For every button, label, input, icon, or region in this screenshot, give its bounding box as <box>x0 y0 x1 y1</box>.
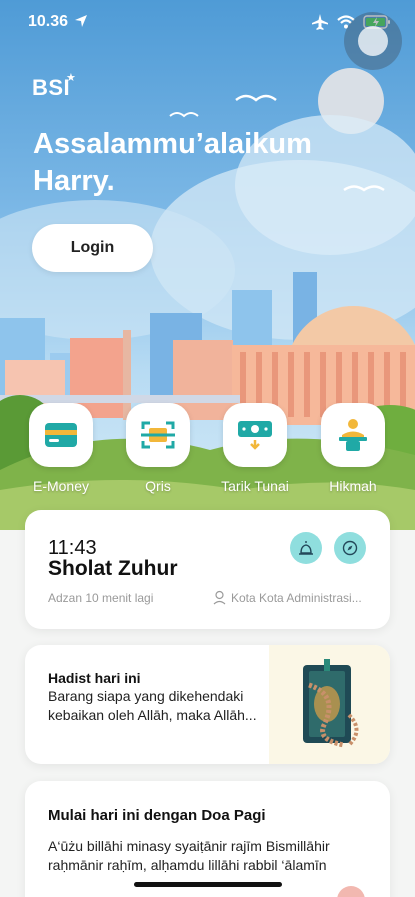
quick-menu-qris[interactable]: Qris <box>113 403 203 494</box>
doa-text: A‘ūżu billāhi minasy syaiṭānir rajīm Bis… <box>48 838 330 873</box>
prayer-time-card[interactable]: 11:43 Sholat Zuhur Adzan 10 menit lagi K… <box>25 510 390 629</box>
quick-menu: E-Money Qris Tarik Tunai Hikmah <box>0 403 415 503</box>
quick-menu-hikmah[interactable]: Hikmah <box>308 403 398 494</box>
login-button[interactable]: Login <box>32 224 153 272</box>
adzan-countdown: Adzan 10 menit lagi <box>48 591 154 605</box>
quick-menu-emoney[interactable]: E-Money <box>16 403 106 494</box>
hadist-card[interactable]: Hadist hari ini Barang siapa yang dikehe… <box>25 645 390 764</box>
cash-withdraw-icon <box>223 403 287 467</box>
hero-banner: 10.36 BSI ★ Assalammu’alaikum Harry. Log… <box>0 0 415 530</box>
quick-menu-label: Hikmah <box>329 478 377 494</box>
qr-scan-icon <box>126 403 190 467</box>
airplane-icon <box>312 14 328 30</box>
doa-action-button[interactable] <box>337 886 365 897</box>
compass-icon[interactable] <box>334 532 366 564</box>
prayer-location[interactable]: Kota Kota Administrasi... <box>213 590 362 605</box>
quick-menu-label: E-Money <box>32 478 90 494</box>
quick-menu-label: Tarik Tunai <box>221 478 289 494</box>
doa-pagi-card[interactable]: Mulai hari ini dengan Doa Pagi A‘ūżu bil… <box>25 781 390 897</box>
location-arrow-icon <box>75 15 87 27</box>
assistive-touch-button[interactable] <box>344 12 402 70</box>
quran-prayer-beads-image <box>269 645 390 764</box>
bsi-logo: BSI <box>32 75 71 100</box>
card-icon <box>29 403 93 467</box>
logo-star-icon: ★ <box>66 72 76 84</box>
hadist-text: Barang siapa yang dikehendaki kebaikan o… <box>48 688 257 723</box>
location-pin-icon <box>213 590 226 605</box>
hadist-title: Hadist hari ini <box>48 670 141 686</box>
doa-title: Mulai hari ini dengan Doa Pagi <box>48 807 266 824</box>
home-indicator[interactable] <box>134 882 282 887</box>
prayer-name: Sholat Zuhur <box>48 557 178 580</box>
location-text: Kota Kota Administrasi... <box>231 590 362 605</box>
greeting-text: Assalammu’alaikum Harry. <box>33 128 312 197</box>
reading-person-icon <box>321 403 385 467</box>
quick-menu-tarik-tunai[interactable]: Tarik Tunai <box>210 403 300 494</box>
status-time: 10.36 <box>28 13 69 30</box>
quick-menu-label: Qris <box>145 478 171 494</box>
mosque-icon[interactable] <box>290 532 322 564</box>
